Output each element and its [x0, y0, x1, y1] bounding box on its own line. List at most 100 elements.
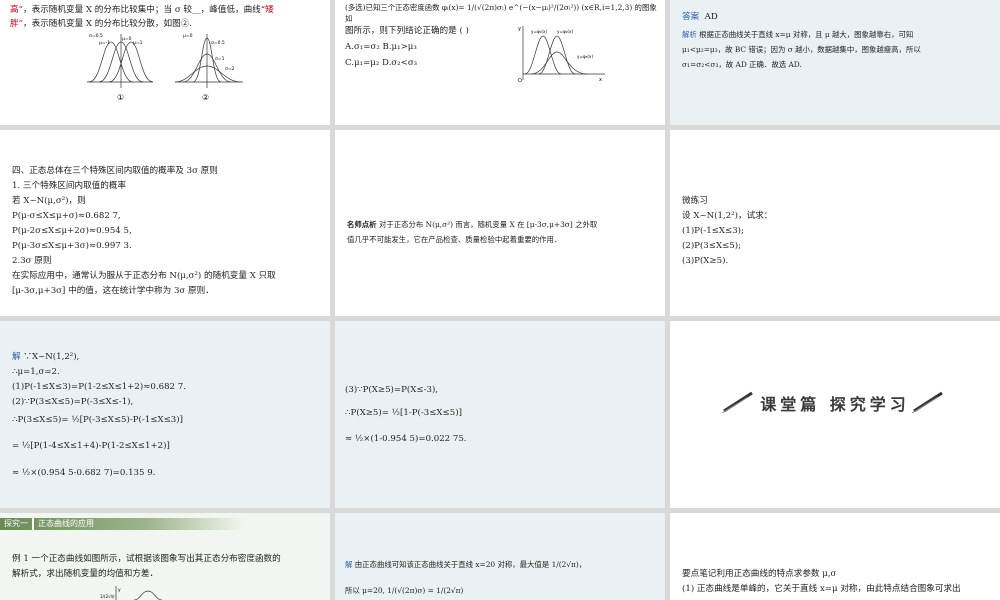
r1c2-line1: (多选)已知三个正态密度函数 φᵢ(x)= 1/(√(2π)σᵢ) e^(−(x…	[345, 3, 657, 23]
slide-grid: 高”，表示随机变量 X 的分布比较集中；当 σ 较__，峰值低，曲线“矮 胖”，…	[0, 0, 1000, 600]
analysis-text-1: 根据正态曲线关于直线 x=μ 对称，且 μ 越大，图象越靠右，可知	[699, 30, 914, 39]
banner-tag-1: 探究一	[4, 519, 28, 528]
r1c1-red-a: 高”	[10, 5, 23, 15]
slide-r3c3[interactable]: 课堂篇 探究学习	[670, 321, 1000, 508]
r4c2-l1: 解 由正态曲线可知该正态曲线关于直线 x=20 对称，最大值是 1/(2√π)，	[345, 557, 660, 572]
r3c2-l1: (3)∵P(X≥5)=P(X≤-3),	[345, 385, 439, 395]
r2c1-l3: P(μ-2σ≤X≤μ+2σ)≈0.954 5,	[12, 226, 132, 236]
fig2-s05-label: σ=0.5	[211, 40, 225, 46]
fig2-mu-label: μ=0	[183, 33, 193, 39]
solution-label: 解	[12, 352, 21, 362]
r2c2-line1: 名师点析 对于正态分布 N(μ,σ²) 而言，随机变量 X 在 [μ-3σ,μ+…	[347, 217, 659, 232]
fig1-mu-m1-label: μ=-1	[99, 40, 110, 46]
example-max-value: 1/(2√π)	[100, 594, 115, 599]
r1c2-line2: 图所示，则下列结论正确的是 ( )	[345, 26, 469, 36]
r4c3-l1: 要点笔记利用正态曲线的特点求参数 μ,σ	[682, 569, 837, 579]
slide-r4c1[interactable]: 探究一 正态曲线的应用 例 1 一个正态曲线如图所示，试根据该图象写出其正态分布密…	[0, 513, 330, 600]
graph-label-2: y=φ₂(x)	[557, 29, 574, 34]
r3c1-l1: 解 ∵X~N(1,2²),	[12, 350, 79, 365]
r4c2-text-1: 由正态曲线可知该正态曲线关于直线 x=20 对称，最大值是 1/(2√π)，	[354, 560, 587, 569]
r2c1-sub2: 2.3σ 原则	[12, 256, 52, 266]
example-curve	[133, 590, 163, 600]
r2c3-l3: (2)P(3≤X≤5);	[682, 241, 742, 251]
section-banner: 探究一 正态曲线的应用	[0, 518, 245, 530]
r3c1-l5: ∴P(3≤X≤5)= ½[P(-3≤X≤5)-P(-1≤X≤3)]	[12, 415, 183, 425]
slide-r3c1[interactable]: 解 ∵X~N(1,2²), ∴μ=1,σ=2. (1)P(-1≤X≤3)=P(1…	[0, 321, 330, 508]
tip-label: 名师点析	[347, 220, 377, 229]
graph-x-label: x	[599, 77, 602, 83]
answer-label: 答案	[682, 12, 700, 22]
r2c3-l1: 设 X~N(1,2²)，试求：	[682, 211, 773, 221]
r2c1-heading: 四、正态总体在三个特殊区间内取值的概率及 3σ 原则	[12, 166, 218, 176]
r3c1-l7: ≈ ½×(0.954 5-0.682 7)=0.135 9.	[12, 468, 156, 478]
graph-curve-1	[524, 35, 562, 75]
fig1-number: ①	[117, 93, 124, 102]
slide-r1c2[interactable]: (多选)已知三个正态密度函数 φᵢ(x)= 1/(√(2π)σᵢ) e^(−(x…	[335, 0, 665, 125]
r1c1-red-d: 矮	[265, 5, 274, 15]
tip-text-1: 对于正态分布 N(μ,σ²) 而言，随机变量 X 在 [μ-3σ,μ+3σ] 之…	[378, 220, 598, 229]
right-pen-shadow	[911, 396, 939, 413]
r1c3-analysis-line1: 解析 根据正态曲线关于直线 x=μ 对称，且 μ 越大，图象越靠右，可知	[682, 27, 992, 42]
r2c3-l4: (3)P(X≥5).	[682, 256, 729, 266]
r3c1-l2: ∴μ=1,σ=2.	[12, 367, 60, 377]
r4c2-solution-label: 解	[345, 560, 353, 569]
r3c1-l4: (2)∵P(3≤X≤5)=P(-3≤X≤-1),	[12, 397, 134, 407]
r2c1-l6: [μ-3σ,μ+3σ] 中的值，这在统计学中称为 3σ 原则．	[12, 286, 214, 296]
r1c2-option-ab: A.σ₁=σ₂ B.μ₁>μ₃	[345, 42, 417, 52]
r2c1-l1: 若 X~N(μ,σ²)，则	[12, 196, 86, 206]
r3c1-l3: (1)P(-1≤X≤3)=P(1-2≤X≤1+2)≈0.682 7.	[12, 382, 186, 392]
r3c2-l2: ∴P(X≥5)= ½[1-P(-3≤X≤5)]	[345, 408, 462, 418]
r2c3-heading: 微练习	[682, 196, 708, 206]
graph-label-3: y=φ₃(x)	[577, 54, 594, 59]
section-title: 课堂篇 探究学习	[760, 395, 910, 414]
r1c1-text-b: ，表示随机变量 X 的分布比较集中；当 σ 较	[23, 5, 193, 15]
slide-r2c2[interactable]: 名师点析 对于正态分布 N(μ,σ²) 而言，随机变量 X 在 [μ-3σ,μ+…	[335, 130, 665, 316]
graph-y-label: y	[518, 26, 521, 32]
slide-r2c3[interactable]: 微练习 设 X~N(1,2²)，试求： (1)P(-1≤X≤3); (2)P(3…	[670, 130, 1000, 316]
three-normal-curves-graph: y=φ₁(x) y=φ₂(x) y=φ₃(x) O x y	[518, 26, 605, 84]
right-pen-body	[913, 391, 943, 413]
r4c1-l1: 例 1 一个正态曲线如图所示，试根据该图象写出其正态分布密度函数的	[12, 554, 281, 564]
right-pen-icon	[911, 391, 943, 413]
fig1-mu-1-label: μ=1	[133, 40, 143, 46]
graph-curve-2	[538, 35, 576, 75]
r2c2-line2: 值几乎不可能发生，它在产品检查、质量检验中起着重要的作用．	[347, 235, 562, 244]
r1c1-blank: __	[192, 5, 201, 15]
r2c1-l4: P(μ-3σ≤X≤μ+3σ)≈0.997 3.	[12, 241, 132, 251]
slide-r1c1[interactable]: 高”，表示随机变量 X 的分布比较集中；当 σ 较__，峰值低，曲线“矮 胖”，…	[0, 0, 330, 125]
r3c2-l3: ≈ ½×(1-0.954 5)=0.022 75.	[345, 434, 467, 444]
graph-label-1: y=φ₁(x)	[531, 29, 548, 34]
example-curve-figure: y 1/(2√π)	[100, 586, 163, 600]
graph-origin: O	[518, 78, 522, 84]
fig1-mu-0-label: μ=0	[122, 36, 132, 42]
analysis-label: 解析	[682, 30, 697, 39]
slide-r2c1[interactable]: 四、正态总体在三个特殊区间内取值的概率及 3σ 原则 1. 三个特殊区间内取值的…	[0, 130, 330, 316]
example-y-label: y	[118, 588, 121, 593]
r3c1-l6: = ½[P(1-4≤X≤1+4)-P(1-2≤X≤1+2)]	[12, 441, 170, 451]
r1c3-analysis-line3: σ₁=σ₂<σ₃，故 AD 正确．故选 AD.	[682, 60, 802, 69]
r1c3-answer-line: 答案 AD	[682, 10, 718, 25]
r2c1-l5: 在实际应用中，通常认为服从于正态分布 N(μ,σ²) 的随机变量 X 只取	[12, 271, 276, 281]
r1c1-line1: 高”，表示随机变量 X 的分布比较集中；当 σ 较__，峰值低，曲线“矮	[10, 3, 328, 18]
r4c1-l2: 解析式，求出随机变量的均值和方差．	[12, 569, 159, 579]
r1c1-red-line2: 胖”	[10, 19, 23, 29]
fig1-sigma-label: σ=0.5	[89, 33, 103, 39]
fig2-s2-label: σ=2	[225, 66, 235, 72]
r4c2-l2: 所以 μ=20, 1/(√(2π)σ) = 1/(2√π)	[345, 586, 464, 595]
r4c3-l2: (1) 正态曲线是单峰的，它关于直线 x=μ 对称，由此特点结合图象可求出	[682, 584, 961, 594]
r1c2-option-cd: C.μ₁=μ₂ D.σ₂<σ₃	[345, 58, 418, 68]
r1c1-text-line2: ，表示随机变量 X 的分布比较分散，如图②.	[23, 19, 193, 29]
slide-r4c2[interactable]: 解 由正态曲线可知该正态曲线关于直线 x=20 对称，最大值是 1/(2√π)，…	[335, 513, 665, 600]
r1c3-analysis-line2: μ₁<μ₂=μ₃，故 BC 错误；因为 σ 越小，数据越集中，图象越瘦高，所以	[682, 45, 921, 54]
r2c3-l2: (1)P(-1≤X≤3);	[682, 226, 744, 236]
fig2-s1-label: σ=1	[215, 56, 225, 62]
banner-tag-2: 正态曲线的应用	[32, 518, 98, 530]
normal-curves-figures: σ=0.5 μ=-1 μ=0 μ=1 ① μ=0 σ=0.5 σ=1 σ=2 ②	[87, 33, 243, 102]
solution-text-1: ∵X~N(1,2²),	[23, 352, 80, 362]
slide-r1c3[interactable]: 答案 AD 解析 根据正态曲线关于直线 x=μ 对称，且 μ 越大，图象越靠右，…	[670, 0, 1000, 125]
r2c1-sub1: 1. 三个特殊区间内取值的概率	[12, 181, 127, 191]
slide-r3c2[interactable]: (3)∵P(X≥5)=P(X≤-3), ∴P(X≥5)= ½[1-P(-3≤X≤…	[335, 321, 665, 508]
slide-r4c3[interactable]: 要点笔记利用正态曲线的特点求参数 μ,σ (1) 正态曲线是单峰的，它关于直线 …	[670, 513, 1000, 600]
answer-value: AD	[704, 12, 718, 22]
r2c1-l2: P(μ-σ≤X≤μ+σ)≈0.682 7,	[12, 211, 121, 221]
